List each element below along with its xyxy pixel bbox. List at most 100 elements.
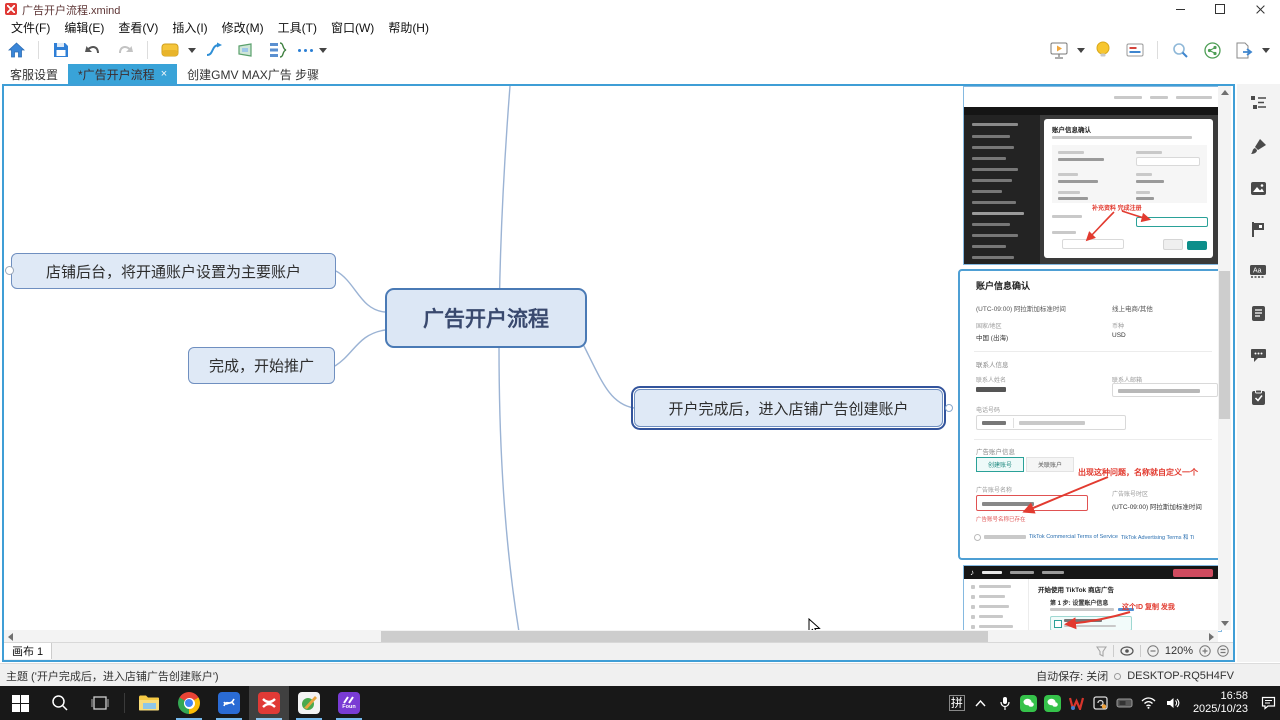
export-dropdown[interactable] <box>1262 48 1270 53</box>
label-panel-button[interactable]: Aa <box>1248 261 1268 281</box>
tray-wechat-1[interactable] <box>1017 686 1041 720</box>
notes-panel-button[interactable] <box>1248 303 1268 323</box>
tray-network[interactable] <box>1137 686 1161 720</box>
marker-panel-button[interactable] <box>1248 219 1268 239</box>
tray-red-app[interactable] <box>1065 686 1089 720</box>
tray-device[interactable] <box>1113 686 1137 720</box>
start-button[interactable] <box>0 686 40 720</box>
home-icon <box>8 42 25 58</box>
green-editor-button[interactable] <box>289 686 329 720</box>
relationship-button[interactable] <box>201 38 227 62</box>
attachment-image-shop-ads-start[interactable]: ♪ 开始使用 TikTok 商店广告 第 1 步: 设置账户信息 <box>963 565 1222 632</box>
horizontal-scroll-thumb[interactable] <box>381 631 988 642</box>
tab-close-icon[interactable]: × <box>161 68 167 80</box>
tray-capture-app[interactable] <box>1089 686 1113 720</box>
outline-panel-button[interactable] <box>1248 92 1268 112</box>
insert-topic-button[interactable] <box>157 38 183 62</box>
collapse-handle-left[interactable] <box>5 266 14 275</box>
notes-icon <box>1251 305 1266 322</box>
canvas-frame: 店铺后台，将开通账户设置为主要账户 完成，开始推广 广告开户流程 开户完成后，进… <box>2 84 1235 662</box>
shot1-cancel-button <box>1163 239 1183 250</box>
image-panel-button[interactable] <box>1248 178 1268 198</box>
close-button[interactable] <box>1240 0 1280 18</box>
green-editor-icon <box>298 692 320 714</box>
collapse-handle-topic3[interactable] <box>945 404 953 412</box>
sheet-bar: 画布 1 120% <box>4 642 1233 660</box>
scroll-down-arrow[interactable] <box>1218 617 1231 630</box>
task-view-button[interactable] <box>80 686 120 720</box>
summary-button[interactable] <box>265 38 291 62</box>
tray-microphone[interactable] <box>993 686 1017 720</box>
shot2-ad-name-error: 广告账号名称已存在 <box>976 515 1026 523</box>
minimize-button[interactable] <box>1160 0 1200 18</box>
vertical-scroll-thumb[interactable] <box>1219 271 1230 419</box>
shot1-modal: 账户信息确认 <box>1044 119 1213 258</box>
more-tools-button[interactable] <box>298 49 313 52</box>
blue-app-button[interactable] <box>209 686 249 720</box>
attachment-image-account-confirm-zoom[interactable]: 账户信息确认 (UTC-09:00) 阿拉斯加标准时间 线上电商/其他 国家/地… <box>958 269 1228 560</box>
menu-file[interactable]: 文件(F) <box>4 19 57 36</box>
idea-button[interactable] <box>1090 38 1116 62</box>
tab-customer-service[interactable]: 客服设置 <box>0 64 68 84</box>
chrome-button[interactable] <box>169 686 209 720</box>
tray-volume[interactable] <box>1161 686 1185 720</box>
topic-create-ad-account[interactable]: 开户完成后，进入店铺广告创建账户 <box>634 389 943 427</box>
menu-edit[interactable]: 编辑(E) <box>57 19 111 36</box>
tiktok-note-icon: ♪ <box>970 568 974 577</box>
menu-window[interactable]: 窗口(W) <box>324 19 381 36</box>
save-button[interactable] <box>48 38 74 62</box>
presentation-icon <box>1050 42 1068 59</box>
card-button[interactable] <box>1122 38 1148 62</box>
filter-icon[interactable] <box>1096 646 1107 657</box>
device-name: DESKTOP-RQ5H4FV <box>1127 670 1234 682</box>
tasks-panel-button[interactable] <box>1248 387 1268 407</box>
windows-taskbar: Foun 拼 <box>0 686 1280 720</box>
export-button[interactable] <box>1231 38 1257 62</box>
more-tools-dropdown[interactable] <box>319 48 327 53</box>
foun-app-button[interactable]: Foun <box>329 686 369 720</box>
menu-view[interactable]: 查看(V) <box>111 19 165 36</box>
presentation-button[interactable] <box>1046 38 1072 62</box>
share-button[interactable] <box>1199 38 1225 62</box>
central-topic[interactable]: 广告开户流程 <box>385 288 587 348</box>
eye-icon[interactable] <box>1120 646 1134 656</box>
scroll-up-arrow[interactable] <box>1218 86 1231 99</box>
taskbar-clock[interactable]: 16:58 2025/10/23 <box>1185 690 1256 716</box>
tray-wechat-2[interactable] <box>1041 686 1065 720</box>
tray-expand-button[interactable] <box>969 686 993 720</box>
clipboard-check-icon <box>1251 389 1266 406</box>
mindmap-canvas[interactable]: 店铺后台，将开通账户设置为主要账户 完成，开始推广 广告开户流程 开户完成后，进… <box>4 86 1233 643</box>
taskbar-search-button[interactable] <box>40 686 80 720</box>
menu-insert[interactable]: 插入(I) <box>165 19 214 36</box>
format-panel-button[interactable] <box>1248 136 1268 156</box>
vertical-scrollbar[interactable] <box>1218 86 1231 630</box>
menu-tools[interactable]: 工具(T) <box>271 19 324 36</box>
speaker-icon <box>1166 697 1180 709</box>
home-button[interactable] <box>3 38 29 62</box>
comments-panel-button[interactable] <box>1248 345 1268 365</box>
menu-modify[interactable]: 修改(M) <box>215 19 271 36</box>
paintbrush-icon <box>1250 138 1267 155</box>
attachment-image-account-confirm-full[interactable]: 账户信息确认 <box>963 86 1222 265</box>
insert-topic-dropdown[interactable] <box>188 48 196 53</box>
redo-button[interactable] <box>112 38 138 62</box>
zoom-in-button[interactable] <box>1199 645 1211 657</box>
tab-gmv-max[interactable]: 创建GMV MAX广告 步骤 <box>177 64 329 84</box>
xmind-taskbar-button[interactable] <box>249 686 289 720</box>
sheet-tab-canvas1[interactable]: 画布 1 <box>4 643 52 659</box>
zoom-out-button[interactable] <box>1147 645 1159 657</box>
file-explorer-button[interactable] <box>129 686 169 720</box>
search-button[interactable] <box>1167 38 1193 62</box>
maximize-button[interactable] <box>1200 0 1240 18</box>
topic-shop-backend[interactable]: 店铺后台，将开通账户设置为主要账户 <box>11 253 336 289</box>
undo-button[interactable] <box>80 38 106 62</box>
notification-center-button[interactable] <box>1256 686 1280 720</box>
tab-ad-account-flow[interactable]: *广告开户流程 × <box>68 64 177 84</box>
boundary-button[interactable] <box>233 38 259 62</box>
menu-help[interactable]: 帮助(H) <box>381 19 436 36</box>
shot2-timezone: (UTC-09:00) 阿拉斯加标准时间 <box>976 303 1066 313</box>
ime-indicator[interactable]: 拼 <box>945 686 969 720</box>
fit-view-button[interactable] <box>1217 645 1229 657</box>
topic-finish-promote[interactable]: 完成，开始推广 <box>188 347 335 384</box>
presentation-dropdown[interactable] <box>1077 48 1085 53</box>
